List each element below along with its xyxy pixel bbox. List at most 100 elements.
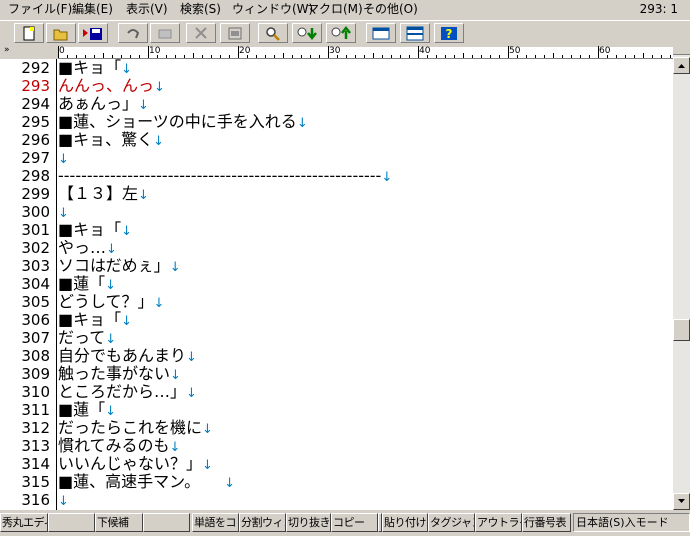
line-content: 慣れてみるのも (58, 436, 170, 455)
line-content: ところだから…」 (58, 382, 187, 401)
line-number: 315 (21, 473, 50, 491)
split-button[interactable] (400, 23, 430, 43)
window-button[interactable] (366, 23, 396, 43)
ruler-tick (85, 55, 86, 58)
scroll-down-button[interactable] (673, 493, 690, 510)
editor-line[interactable]: 294 あぁんっ」↓ (0, 94, 673, 114)
line-content: あぁんっ」 (58, 94, 139, 113)
ruler-tick (184, 55, 185, 58)
menu-edit[interactable]: 編集(E) (70, 0, 115, 18)
menu-macro[interactable]: マクロ(M) (305, 0, 365, 18)
ruler-tick (436, 55, 437, 58)
ruler-strip: 0 10 20 30 40 50 60 (58, 46, 673, 59)
cut-button[interactable] (186, 23, 216, 43)
line-content: ----------------------------------------… (58, 166, 382, 185)
editor-line[interactable]: 311 ■蓮「↓ (0, 401, 673, 420)
fkey-13[interactable]: 行番号表 (522, 513, 571, 532)
ruler-tick (382, 55, 383, 58)
editor-line[interactable]: 315 ■蓮、高速手マン。 ↓ (0, 472, 673, 492)
split-handle[interactable] (673, 47, 690, 55)
find-up-icon (331, 26, 351, 39)
ruler-tick (445, 55, 446, 58)
fkey-8[interactable]: コピー (331, 513, 378, 532)
scroll-up-button[interactable] (673, 57, 690, 74)
line-number: 305 (21, 293, 50, 311)
scroll-thumb[interactable] (673, 319, 690, 341)
editor-line[interactable]: 306 ■キョ「↓ (0, 311, 673, 330)
help-button[interactable]: ? (434, 23, 464, 43)
newline-mark-icon: ↓ (121, 62, 133, 77)
editor-line[interactable]: 304 ■蓮「↓ (0, 275, 673, 294)
fkey-5[interactable]: 単語をコ (192, 513, 239, 532)
ruler-tick (463, 53, 464, 58)
editor-line[interactable]: 299 【１３】左↓ (0, 185, 673, 204)
newline-mark-icon: ↓ (169, 440, 181, 455)
editor-line[interactable]: 298 -------------------------------------… (0, 166, 673, 186)
fkey-12[interactable]: アウトライン (475, 513, 522, 532)
newline-mark-icon: ↓ (105, 404, 117, 419)
menu-window[interactable]: ウィンドウ(W) (230, 0, 315, 18)
editor-line[interactable]: 314 いいんじゃない？」↓ (0, 455, 673, 474)
save-file-button[interactable] (78, 23, 108, 43)
find-button[interactable] (258, 23, 288, 43)
cursor-position: 293: 1 (639, 2, 678, 16)
paste-button[interactable] (220, 23, 250, 43)
fkey-2[interactable] (48, 513, 95, 532)
line-content: ■蓮、高速手マン。 (58, 472, 225, 491)
new-file-button[interactable] (14, 23, 44, 43)
text-editor[interactable]: 292 ■キョ「↓ 293 んんっ、んっ↓ 294 あぁんっ」↓ 295 ■蓮、ショーツの中に… (0, 59, 673, 510)
editor-line[interactable]: 296 ■キョ、驚く↓ (0, 131, 673, 151)
menu-file[interactable]: ファイル(F) (6, 0, 74, 18)
undo-button[interactable] (118, 23, 148, 43)
ruler-tick (103, 53, 104, 58)
line-number: 306 (21, 311, 50, 329)
editor-line[interactable]: 308 自分でもあんまり↓ (0, 347, 673, 366)
fkey-6[interactable]: 分割ウィン (239, 513, 286, 532)
undo-icon (127, 29, 140, 39)
fkey-4[interactable] (143, 513, 190, 532)
ruler-tick (499, 55, 500, 58)
ruler-tick (553, 53, 554, 58)
fkey-3[interactable]: 下候補 (95, 513, 143, 532)
menu-view[interactable]: 表示(V) (124, 0, 170, 18)
line-content: ■キョ「 (58, 59, 122, 77)
editor-line[interactable]: 310 ところだから…」↓ (0, 382, 673, 402)
ruler-tick (661, 55, 662, 58)
ruler-tick (409, 55, 410, 58)
ruler-tick (616, 55, 617, 58)
editor-line[interactable]: 316 ↓ (0, 491, 673, 509)
redo-button[interactable] (150, 23, 180, 43)
find-next-button[interactable] (292, 23, 322, 43)
fkey-7[interactable]: 切り抜き (286, 513, 331, 532)
line-number: 311 (21, 401, 50, 419)
open-file-button[interactable] (46, 23, 76, 43)
fkey-11[interactable]: タグジャンプ (428, 513, 475, 532)
editor-line[interactable]: 297 ↓ (0, 149, 673, 167)
line-text: ■キョ、驚く↓ (58, 131, 164, 151)
editor-line[interactable]: 309 触った事がない↓ (0, 365, 673, 384)
editor-line[interactable]: 300 ↓ (0, 203, 673, 221)
editor-line[interactable]: 295 ■蓮、ショーツの中に手を入れる↓ (0, 113, 673, 132)
vertical-scrollbar[interactable] (673, 47, 690, 510)
menu-other[interactable]: その他(O) (361, 0, 420, 18)
editor-line[interactable]: 293 んんっ、んっ↓ (0, 77, 673, 96)
editor-line[interactable]: 307 だって↓ (0, 329, 673, 348)
editor-line[interactable]: 312 だったらこれを機に↓ (0, 419, 673, 438)
fkey-10[interactable]: 貼り付け (382, 513, 428, 532)
newline-mark-icon: ↓ (170, 368, 181, 383)
find-down-icon (297, 27, 317, 41)
ruler-tick (256, 55, 257, 58)
editor-line[interactable]: 303 ソコはだめぇ」↓ (0, 257, 673, 276)
line-number: 292 (21, 59, 50, 77)
fkey-1[interactable]: 秀丸エディ (0, 513, 48, 532)
editor-line[interactable]: 301 ■キョ「↓ (0, 221, 673, 240)
ruler-tick (265, 55, 266, 58)
editor-line[interactable]: 302 やっ…↓ (0, 239, 673, 258)
menu-search[interactable]: 検索(S) (178, 0, 223, 18)
editor-line[interactable]: 305 どうして？」↓ (0, 293, 673, 312)
find-previous-button[interactable] (326, 23, 356, 43)
ruler-tick (157, 55, 158, 58)
editor-line[interactable]: 292 ■キョ「↓ (0, 59, 673, 77)
ruler-tick (337, 55, 338, 58)
editor-line[interactable]: 313 慣れてみるのも↓ (0, 436, 673, 456)
